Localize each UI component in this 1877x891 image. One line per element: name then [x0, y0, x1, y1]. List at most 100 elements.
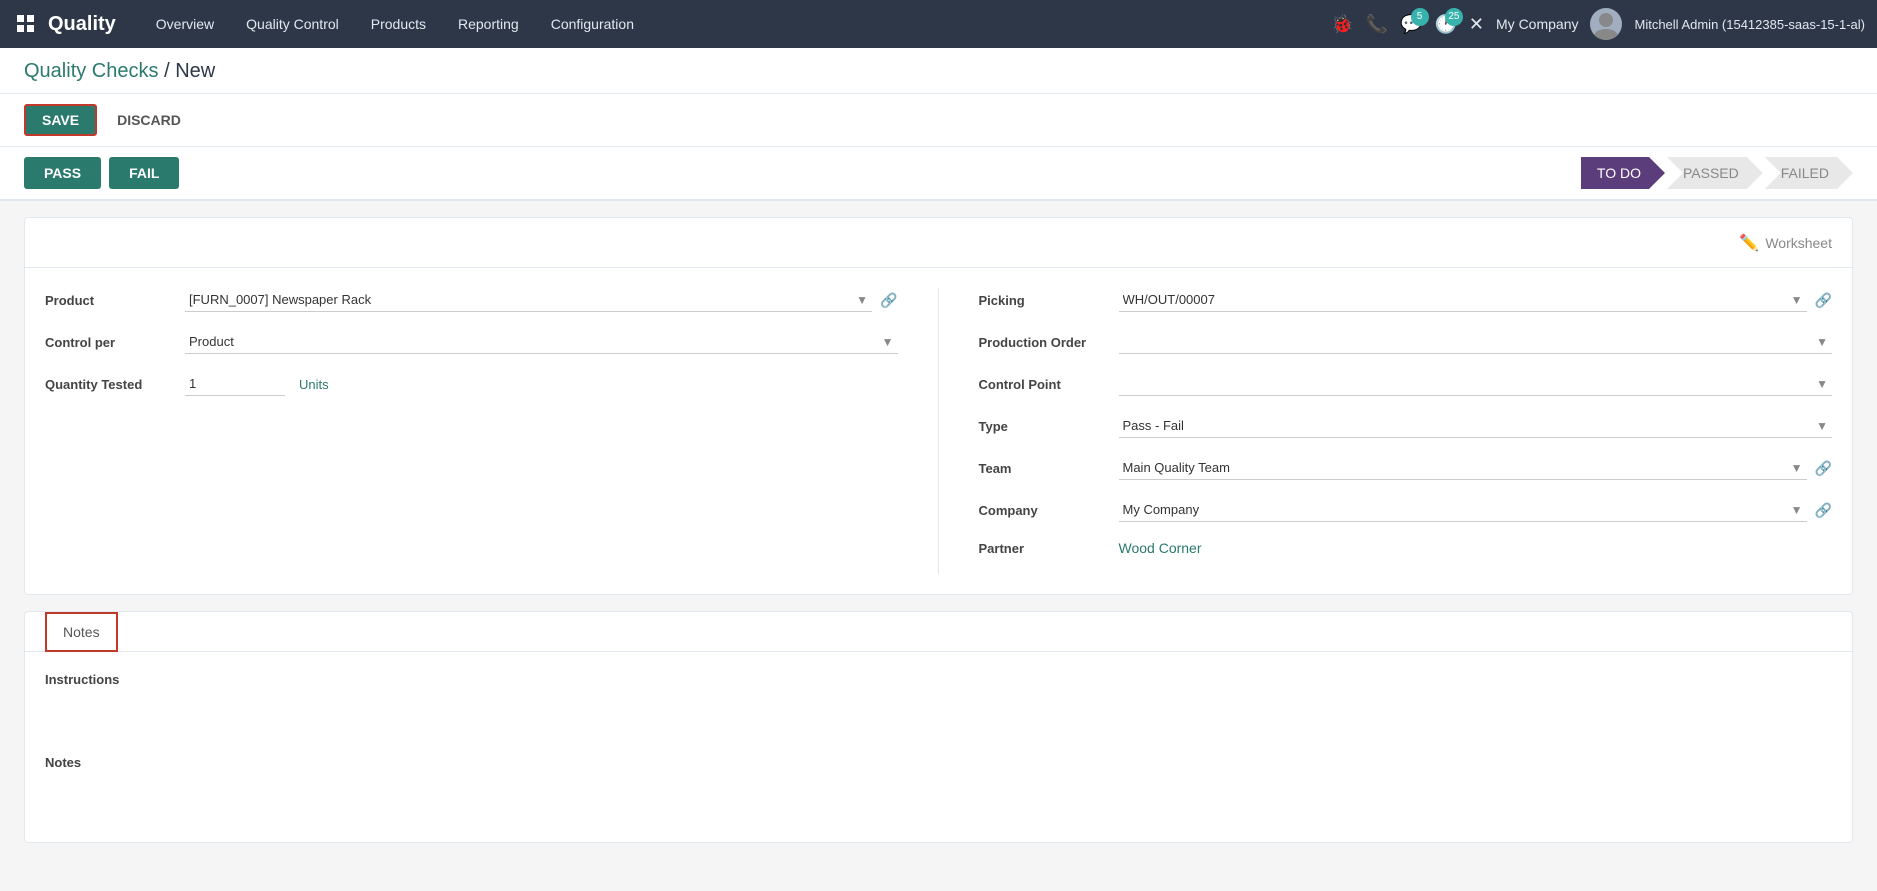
- control-per-select-wrapper: Product ▼: [185, 330, 898, 354]
- app-title: Quality: [48, 13, 116, 36]
- control-per-select[interactable]: Product: [185, 330, 898, 354]
- value-team: Main Quality Team ▼ 🔗: [1119, 456, 1833, 480]
- label-type: Type: [979, 419, 1119, 434]
- pipeline-failed[interactable]: FAILED: [1765, 157, 1853, 189]
- notes-body: Instructions Notes: [25, 652, 1852, 842]
- team-select[interactable]: Main Quality Team: [1119, 456, 1807, 480]
- chat-icon[interactable]: 💬 5: [1400, 14, 1422, 35]
- type-select-wrapper: Pass - Fail ▼: [1119, 414, 1833, 438]
- worksheet-button[interactable]: ✏️ Worksheet: [1739, 233, 1832, 253]
- breadcrumb-current: New: [175, 60, 215, 82]
- control-point-select[interactable]: [1119, 372, 1833, 396]
- pass-button[interactable]: PASS: [24, 157, 101, 189]
- notes-section: Notes Instructions Notes: [24, 611, 1853, 843]
- fail-button[interactable]: FAIL: [109, 157, 179, 189]
- label-control-point: Control Point: [979, 377, 1119, 392]
- instructions-title: Instructions: [45, 672, 1832, 687]
- prod-order-select-wrapper: ▼: [1119, 330, 1833, 354]
- type-select[interactable]: Pass - Fail: [1119, 414, 1833, 438]
- discard-button[interactable]: DISCARD: [105, 106, 193, 134]
- product-ext-link[interactable]: 🔗: [880, 292, 897, 309]
- main-content: ✏️ Worksheet Product [FURN_0007] Newspap…: [0, 201, 1877, 859]
- field-control-point: Control Point ▼: [979, 372, 1833, 396]
- nav-configuration[interactable]: Configuration: [535, 0, 650, 48]
- label-company: Company: [979, 503, 1119, 518]
- field-partner: Partner Wood Corner: [979, 540, 1833, 556]
- breadcrumb: Quality Checks / New: [24, 60, 1853, 83]
- value-product: [FURN_0007] Newspaper Rack ▼ 🔗: [185, 288, 898, 312]
- timer-icon[interactable]: 🕐 25: [1435, 14, 1457, 35]
- label-partner: Partner: [979, 541, 1119, 556]
- form-right: Picking WH/OUT/00007 ▼ 🔗 Production Orde…: [939, 288, 1833, 574]
- product-select[interactable]: [FURN_0007] Newspaper Rack: [185, 288, 872, 312]
- field-control-per: Control per Product ▼: [45, 330, 898, 354]
- company-ext-link[interactable]: 🔗: [1815, 502, 1832, 519]
- field-type: Type Pass - Fail ▼: [979, 414, 1833, 438]
- save-button[interactable]: SAVE: [24, 104, 97, 136]
- pipeline-todo[interactable]: TO DO: [1581, 157, 1665, 189]
- value-partner: Wood Corner: [1119, 540, 1833, 556]
- notes-title: Notes: [45, 755, 1832, 770]
- pencil-icon: ✏️: [1739, 233, 1759, 253]
- field-picking: Picking WH/OUT/00007 ▼ 🔗: [979, 288, 1833, 312]
- company-select[interactable]: My Company: [1119, 498, 1807, 522]
- value-picking: WH/OUT/00007 ▼ 🔗: [1119, 288, 1833, 312]
- chat-badge: 5: [1411, 8, 1429, 26]
- status-row: PASS FAIL TO DO PASSED FAILED: [0, 147, 1877, 201]
- label-control-per: Control per: [45, 335, 185, 350]
- nav-right: 🐞 📞 💬 5 🕐 25 ✕ My Company Mitchell Admin…: [1331, 8, 1865, 40]
- timer-badge: 25: [1445, 8, 1463, 26]
- app-grid-icon[interactable]: [12, 10, 40, 38]
- form-body: Product [FURN_0007] Newspaper Rack ▼ 🔗 C…: [25, 268, 1852, 594]
- label-picking: Picking: [979, 293, 1119, 308]
- worksheet-label: Worksheet: [1765, 235, 1832, 251]
- nav-products[interactable]: Products: [355, 0, 442, 48]
- product-select-wrapper: [FURN_0007] Newspaper Rack ▼: [185, 288, 872, 312]
- instructions-editor[interactable]: [45, 699, 1832, 739]
- value-quantity-tested: Units: [185, 372, 898, 396]
- worksheet-header: ✏️ Worksheet: [25, 218, 1852, 268]
- avatar[interactable]: [1590, 8, 1622, 40]
- team-select-wrapper: Main Quality Team ▼: [1119, 456, 1807, 480]
- units-link[interactable]: Units: [299, 377, 329, 392]
- field-company: Company My Company ▼ 🔗: [979, 498, 1833, 522]
- quantity-tested-input[interactable]: [185, 372, 285, 396]
- breadcrumb-parent[interactable]: Quality Checks: [24, 60, 159, 82]
- nav-reporting[interactable]: Reporting: [442, 0, 535, 48]
- form-left: Product [FURN_0007] Newspaper Rack ▼ 🔗 C…: [45, 288, 939, 574]
- field-product: Product [FURN_0007] Newspaper Rack ▼ 🔗: [45, 288, 898, 312]
- nav-quality-control[interactable]: Quality Control: [230, 0, 355, 48]
- value-control-per: Product ▼: [185, 330, 898, 354]
- picking-select[interactable]: WH/OUT/00007: [1119, 288, 1807, 312]
- wrench-icon[interactable]: ✕: [1469, 14, 1484, 35]
- pipeline-passed[interactable]: PASSED: [1667, 157, 1763, 189]
- value-production-order: ▼: [1119, 330, 1833, 354]
- label-product: Product: [45, 293, 185, 308]
- bug-icon[interactable]: 🐞: [1331, 14, 1353, 35]
- field-quantity-tested: Quantity Tested Units: [45, 372, 898, 396]
- label-production-order: Production Order: [979, 335, 1119, 350]
- control-point-select-wrapper: ▼: [1119, 372, 1833, 396]
- field-production-order: Production Order ▼: [979, 330, 1833, 354]
- page-header: Quality Checks / New: [0, 48, 1877, 94]
- value-control-point: ▼: [1119, 372, 1833, 396]
- action-row: SAVE DISCARD: [0, 94, 1877, 147]
- team-ext-link[interactable]: 🔗: [1815, 460, 1832, 477]
- notes-tab[interactable]: Notes: [45, 612, 118, 652]
- notes-tab-bar: Notes: [25, 612, 1852, 652]
- breadcrumb-sep: /: [164, 60, 175, 82]
- partner-link[interactable]: Wood Corner: [1119, 540, 1202, 556]
- form-card: ✏️ Worksheet Product [FURN_0007] Newspap…: [24, 217, 1853, 595]
- user-name: Mitchell Admin (15412385-saas-15-1-al): [1634, 17, 1865, 32]
- label-team: Team: [979, 461, 1119, 476]
- company-select-wrapper: My Company ▼: [1119, 498, 1807, 522]
- picking-ext-link[interactable]: 🔗: [1815, 292, 1832, 309]
- notes-editor[interactable]: [45, 782, 1832, 822]
- field-team: Team Main Quality Team ▼ 🔗: [979, 456, 1833, 480]
- nav-overview[interactable]: Overview: [140, 0, 230, 48]
- production-order-select[interactable]: [1119, 330, 1833, 354]
- nav-links: Overview Quality Control Products Report…: [140, 0, 1331, 48]
- status-left: PASS FAIL: [24, 157, 179, 189]
- company-name: My Company: [1496, 16, 1578, 32]
- phone-icon[interactable]: 📞: [1366, 14, 1388, 35]
